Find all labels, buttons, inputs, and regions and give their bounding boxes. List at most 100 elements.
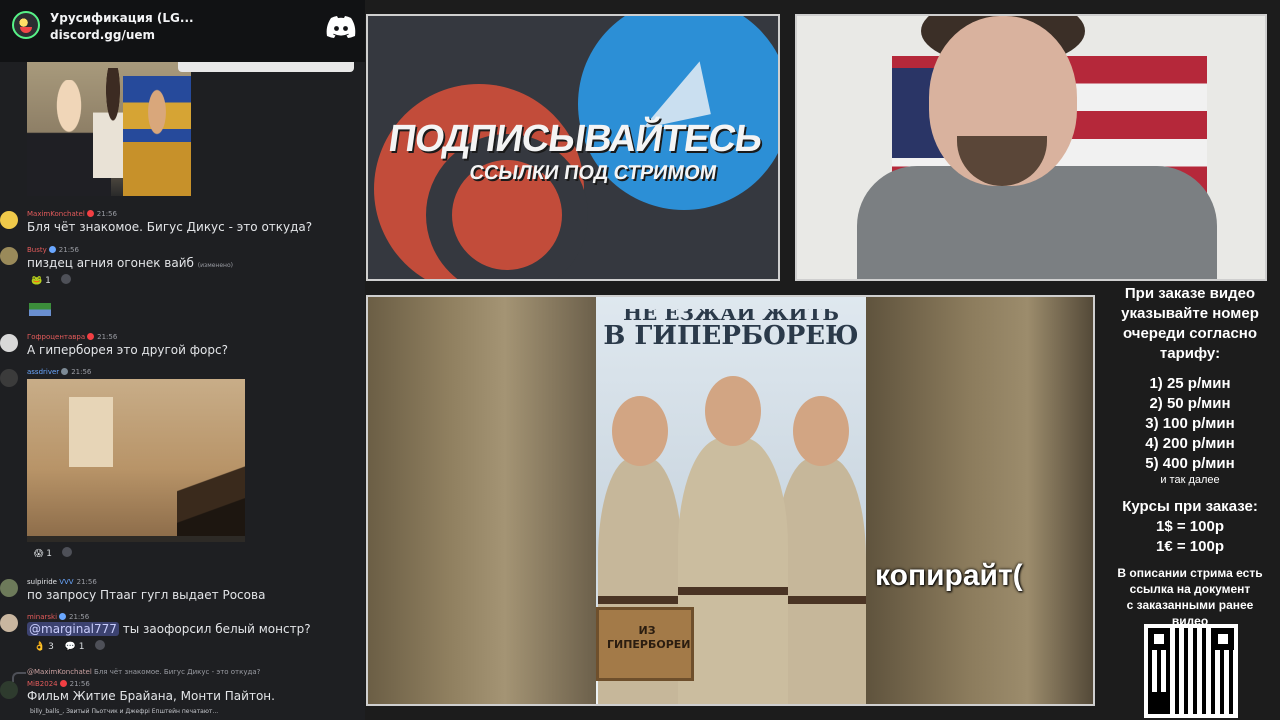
price-heading-line: очереди согласно xyxy=(1122,325,1258,342)
avatar[interactable] xyxy=(0,334,18,352)
role-badge-icon xyxy=(48,246,56,253)
reaction-count: 1 xyxy=(78,642,85,652)
qr-code-icon xyxy=(1144,624,1238,718)
message-timestamp: 21:56 xyxy=(76,578,97,586)
typing-indicator: billy_balls_, Звитый Пьотчик и Джефрі Еп… xyxy=(30,708,219,715)
message-author[interactable]: Busty xyxy=(27,246,47,254)
video-player[interactable]: НЕ ЕЗЖАЙ ЖИТЬ В ГИПЕРБОРЕЮ ИЗ ГИПЕРБОРЕИ… xyxy=(366,295,1095,706)
courses-title: Курсы при заказе: xyxy=(1122,498,1258,515)
price-etc: и так далее xyxy=(1160,474,1220,486)
game-doorway xyxy=(69,397,113,467)
message-timestamp: 21:56 xyxy=(97,333,118,341)
price-tier: 5) 400 р/мин xyxy=(1145,455,1235,472)
chat-image-portraits[interactable] xyxy=(27,62,191,196)
reaction-count: 1 xyxy=(46,549,52,559)
avatar[interactable] xyxy=(0,369,18,387)
reaction-pill[interactable]: 💬 1 xyxy=(61,641,89,653)
reaction-bar: 👌 3 💬 1 xyxy=(30,640,105,654)
portrait-figure xyxy=(123,76,191,196)
message-author[interactable]: MaximKonchatel xyxy=(27,210,85,218)
author-tag: VVV xyxy=(59,578,74,586)
reply-preview[interactable]: @MaximKonchatel Бля чёт знакомое. Бигус … xyxy=(27,668,260,676)
webcam-feed xyxy=(795,14,1267,281)
avatar[interactable] xyxy=(0,681,18,699)
message-timestamp: 21:56 xyxy=(96,210,117,218)
exchange-rates: Курсы при заказе: 1$ = 100р 1€ = 100р xyxy=(1100,497,1280,557)
add-reaction-icon[interactable] xyxy=(61,547,72,557)
message-timestamp: 21:56 xyxy=(69,680,90,688)
message-author[interactable]: MiB2024 xyxy=(27,680,58,688)
message-timestamp: 21:56 xyxy=(69,613,90,621)
reply-snippet: Бля чёт знакомое. Бигус Дикус - это отку… xyxy=(94,668,261,676)
game-weapon xyxy=(177,459,245,539)
poster-crate: ИЗ ГИПЕРБОРЕИ xyxy=(596,607,694,681)
message-timestamp: 21:56 xyxy=(71,368,92,376)
video-blur-left xyxy=(368,297,596,704)
price-tier: 3) 100 р/мин xyxy=(1145,415,1235,432)
message-author[interactable]: minarski xyxy=(27,613,57,621)
game-hud xyxy=(27,536,245,542)
message-text: А гиперборея это другой форс? xyxy=(27,343,228,357)
message-author[interactable]: Гофроцентавра xyxy=(27,333,85,341)
edited-label: (изменено) xyxy=(197,262,233,269)
message-timestamp: 21:56 xyxy=(58,246,79,254)
exchange-rate: 1€ = 100р xyxy=(1156,538,1224,555)
chat-sticker[interactable] xyxy=(29,294,51,316)
role-badge-icon xyxy=(87,333,95,340)
price-tiers: 1) 25 р/мин 2) 50 р/мин 3) 100 р/мин 4) … xyxy=(1100,374,1280,487)
message-text: Фильм Житие Брайана, Монти Пайтон. xyxy=(27,689,275,703)
message-text: ты заофорсил белый монстр? xyxy=(122,622,311,636)
price-heading-line: При заказе видео xyxy=(1124,285,1256,302)
qr-pattern xyxy=(1148,628,1234,714)
poster-title: В ГИПЕРБОРЕЮ xyxy=(603,321,859,351)
add-reaction-icon[interactable] xyxy=(60,274,71,284)
invite-link[interactable]: discord.gg/uem xyxy=(50,28,155,42)
user-mention[interactable]: @marginal777 xyxy=(27,622,119,636)
exchange-rate: 1$ = 100р xyxy=(1156,518,1224,535)
subscribe-banner: ПОДПИСЫВАЙТЕСЬ ССЫЛКИ ПОД СТРИМОМ xyxy=(366,14,780,281)
message-text: Бля чёт знакомое. Бигус Дикус - это отку… xyxy=(27,220,313,234)
poster-figure xyxy=(776,396,866,704)
reaction-count: 3 xyxy=(48,642,54,652)
reaction-bar: 🐸 1 xyxy=(27,274,71,288)
price-panel: При заказе видео указывайте номер очеред… xyxy=(1100,284,1280,720)
poster-title-top: НЕ ЕЗЖАЙ ЖИТЬ xyxy=(623,309,839,321)
discord-logo-icon xyxy=(326,16,356,38)
reaction-pill[interactable]: 😱 1 xyxy=(30,548,56,560)
description-line: В описании стрима есть xyxy=(1117,566,1263,580)
crate-label: ИЗ ГИПЕРБОРЕИ xyxy=(607,624,691,651)
discord-widget-header[interactable]: Урусификация (LG... discord.gg/uem xyxy=(0,0,365,62)
reaction-count: 1 xyxy=(45,276,51,286)
reaction-pill[interactable]: 👌 3 xyxy=(30,641,58,653)
role-badge-icon xyxy=(59,680,67,687)
video-blur-right xyxy=(866,297,1093,704)
add-reaction-icon[interactable] xyxy=(94,640,105,650)
message-text: по запросу Птааг гугл выдает Росова xyxy=(27,588,266,602)
server-icon xyxy=(12,11,40,39)
description-line: ссылка на документ xyxy=(1129,582,1251,596)
video-caption: копирайт( xyxy=(875,559,1023,592)
message-author[interactable]: sulpiride xyxy=(27,578,57,586)
message-author[interactable]: assdriver xyxy=(27,368,59,376)
chat-panel: MaximKonchatel 21:56 Бля чёт знакомое. Би… xyxy=(0,0,365,720)
avatar[interactable] xyxy=(0,579,18,597)
role-badge-icon xyxy=(86,210,94,217)
avatar[interactable] xyxy=(0,247,18,265)
widget-scrollbar[interactable] xyxy=(178,62,354,72)
reaction-pill[interactable]: 🐸 1 xyxy=(27,275,55,287)
role-badge-icon xyxy=(59,613,67,620)
stream-layout: MaximKonchatel 21:56 Бля чёт знакомое. Би… xyxy=(0,0,1280,720)
message-text: пиздец агния огонек вайб xyxy=(27,256,194,270)
banner-subtitle: ССЫЛКИ ПОД СТРИМОМ xyxy=(468,162,719,184)
reply-connector xyxy=(12,672,26,682)
avatar[interactable] xyxy=(0,211,18,229)
banner-title: ПОДПИСЫВАЙТЕСЬ xyxy=(385,118,765,160)
video-poster: НЕ ЕЗЖАЙ ЖИТЬ В ГИПЕРБОРЕЮ ИЗ ГИПЕРБОРЕИ xyxy=(596,297,866,704)
streamer-body xyxy=(857,166,1217,279)
price-tier: 1) 25 р/мин xyxy=(1149,375,1231,392)
avatar[interactable] xyxy=(0,614,18,632)
description-line: с заказанными ранее xyxy=(1126,598,1254,612)
chat-image-gameplay[interactable] xyxy=(27,379,245,542)
poster-figure xyxy=(678,376,788,704)
reply-author: @MaximKonchatel xyxy=(27,668,92,676)
